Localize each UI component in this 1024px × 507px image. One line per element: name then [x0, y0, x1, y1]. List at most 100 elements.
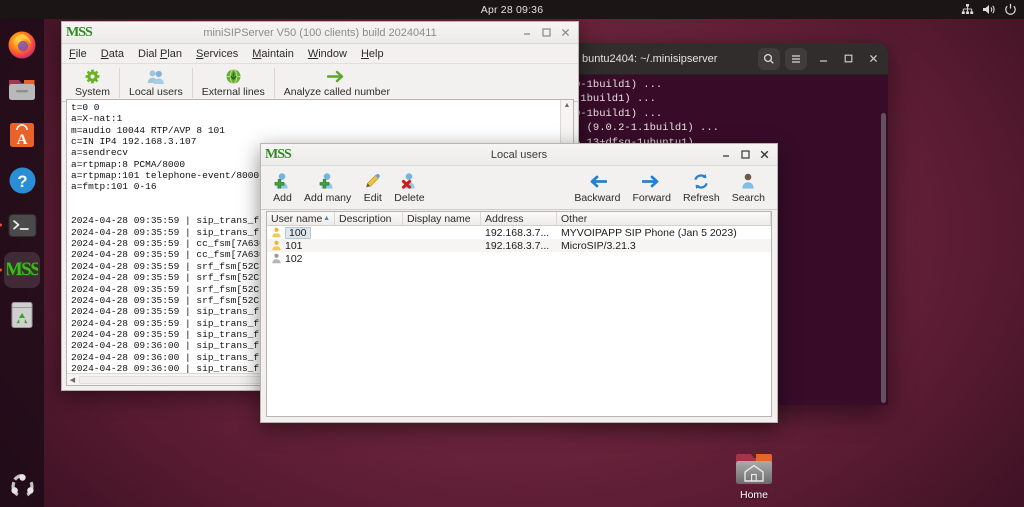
column-header-display-name[interactable]: Display name: [403, 212, 481, 225]
mss-close-button[interactable]: [560, 27, 571, 38]
menu-item-dial-plan[interactable]: Dial Plan: [138, 48, 182, 60]
toolbar-separator: [191, 67, 193, 98]
dock-item-trash[interactable]: [4, 297, 40, 333]
menu-item-window[interactable]: Window: [308, 48, 347, 60]
power-icon[interactable]: [1004, 3, 1017, 16]
table-cell-address: 192.168.3.7...: [485, 239, 550, 252]
toolbar-button-external-lines-label: External lines: [201, 86, 265, 98]
toolbar-button-local-users[interactable]: Local users: [122, 67, 190, 98]
local-users-window[interactable]: MSS Local users Add Add many Edit Delete…: [260, 143, 778, 423]
user-delete-icon: [400, 171, 419, 191]
search-button[interactable]: Search: [726, 171, 771, 204]
toolbar-button-analyze-called-number[interactable]: Analyze called number: [277, 67, 397, 98]
delete-user-button-label: Delete: [394, 192, 425, 204]
volume-icon[interactable]: [982, 3, 996, 16]
column-header-other[interactable]: Other: [557, 212, 771, 225]
mss-titlebar[interactable]: MSS miniSIPServer V50 (100 clients) buil…: [62, 22, 578, 44]
toolbar-button-analyze-called-number-label: Analyze called number: [283, 86, 390, 98]
users-icon: [147, 68, 165, 85]
column-header-user-name[interactable]: User name ▲: [267, 212, 335, 225]
terminal-search-icon[interactable]: [758, 47, 780, 70]
terminal-line: -1build1) ...: [574, 93, 656, 106]
show-applications-icon: [10, 474, 34, 497]
ubuntu-software-icon: A: [7, 120, 38, 151]
table-row[interactable]: 102: [267, 252, 771, 265]
desktop-icon-home[interactable]: Home: [724, 450, 784, 501]
dock-item-terminal[interactable]: [4, 207, 40, 243]
backward-button[interactable]: Backward: [568, 171, 626, 204]
terminal-hamburger-icon[interactable]: [785, 47, 807, 70]
terminal-minimize-button[interactable]: [814, 50, 832, 68]
refresh-button[interactable]: Refresh: [677, 171, 726, 204]
delete-user-button[interactable]: Delete: [388, 171, 430, 204]
terminal-line: 0-1build1) ...: [574, 79, 663, 91]
table-row[interactable]: 101 192.168.3.7... MicroSIP/3.21.3: [267, 239, 771, 252]
menu-item-help[interactable]: Help: [361, 48, 384, 60]
mss-logo-icon: MSS: [265, 146, 292, 162]
dock-item-help[interactable]: ?: [4, 162, 40, 198]
menu-item-maintain[interactable]: Maintain: [252, 48, 294, 60]
local-users-table[interactable]: User name ▲ Description Display name Add…: [266, 211, 772, 417]
scroll-up-icon[interactable]: ▲: [561, 100, 573, 111]
local-users-toolbar[interactable]: Add Add many Edit Delete Backward Forwar…: [261, 166, 777, 210]
top-bar-clock[interactable]: Apr 28 09:36: [0, 4, 1024, 16]
mss-maximize-button[interactable]: [541, 27, 552, 38]
trash-icon: [7, 300, 38, 331]
scroll-left-icon[interactable]: ◀: [67, 376, 78, 384]
arrow-left-icon: [587, 171, 608, 191]
user-online-icon: [272, 240, 281, 251]
user-add-icon: [273, 171, 292, 191]
terminal-scrollbar[interactable]: [881, 113, 886, 403]
mss-menubar[interactable]: File Data Dial Plan Services Maintain Wi…: [62, 44, 578, 64]
edit-user-button[interactable]: Edit: [357, 171, 388, 204]
forward-button[interactable]: Forward: [626, 171, 677, 204]
table-cell-user-name[interactable]: 102: [285, 253, 303, 265]
mss-toolbar[interactable]: System Local users External lines Analyz…: [62, 64, 578, 102]
dock-item-files[interactable]: [4, 72, 40, 108]
dock-item-ubuntu-software[interactable]: A: [4, 117, 40, 153]
table-cell-user-name[interactable]: 100: [285, 226, 311, 239]
terminal-titlebar[interactable]: buntu2404: ~/.minisipserver: [570, 43, 888, 75]
mss-minimize-button[interactable]: [522, 27, 533, 38]
help-question-icon: ?: [7, 165, 38, 196]
toolbar-button-external-lines[interactable]: External lines: [195, 67, 272, 98]
terminal-maximize-button[interactable]: [839, 50, 857, 68]
add-user-button[interactable]: Add: [267, 171, 298, 204]
ubuntu-dock[interactable]: A ? MSS: [0, 19, 44, 507]
users-add-icon: [318, 171, 337, 191]
column-header-description[interactable]: Description: [335, 212, 403, 225]
local-users-titlebar[interactable]: MSS Local users: [261, 144, 777, 166]
gnome-top-bar[interactable]: Apr 28 09:36: [0, 0, 1024, 19]
table-cell-address: 192.168.3.7...: [485, 226, 550, 239]
gear-icon: [84, 68, 101, 85]
dock-item-firefox[interactable]: [4, 27, 40, 63]
user-online-icon: [272, 227, 281, 238]
menu-item-file[interactable]: File: [69, 48, 87, 60]
show-applications-button[interactable]: [0, 472, 44, 499]
local-users-minimize-button[interactable]: [721, 149, 732, 160]
local-users-close-button[interactable]: [759, 149, 770, 160]
table-cell-other: MYVOIPAPP SIP Phone (Jan 5 2023): [561, 226, 737, 239]
add-many-users-button[interactable]: Add many: [298, 171, 357, 204]
edit-user-button-label: Edit: [363, 192, 382, 204]
refresh-icon: [692, 171, 710, 191]
svg-text:A: A: [17, 132, 28, 148]
menu-item-services[interactable]: Services: [196, 48, 238, 60]
local-users-maximize-button[interactable]: [740, 149, 751, 160]
sort-ascending-icon: ▲: [323, 215, 330, 222]
table-cell-user-name[interactable]: 101: [285, 240, 303, 252]
user-offline-icon: [272, 253, 281, 264]
terminal-close-button[interactable]: [864, 50, 882, 68]
dock-item-minisipserver[interactable]: MSS: [4, 252, 40, 288]
terminal-icon: [7, 210, 38, 241]
pencil-edit-icon: [363, 171, 382, 191]
menu-item-data[interactable]: Data: [101, 48, 124, 60]
firefox-icon: [7, 30, 38, 61]
download-globe-icon: [225, 68, 242, 85]
terminal-title-label: buntu2404: ~/.minisipserver: [582, 52, 718, 65]
toolbar-button-system[interactable]: System: [68, 67, 117, 98]
system-tray[interactable]: [961, 3, 1017, 16]
table-row[interactable]: 100 192.168.3.7... MYVOIPAPP SIP Phone (…: [267, 226, 771, 239]
column-header-address[interactable]: Address: [481, 212, 557, 225]
network-icon[interactable]: [961, 3, 974, 16]
